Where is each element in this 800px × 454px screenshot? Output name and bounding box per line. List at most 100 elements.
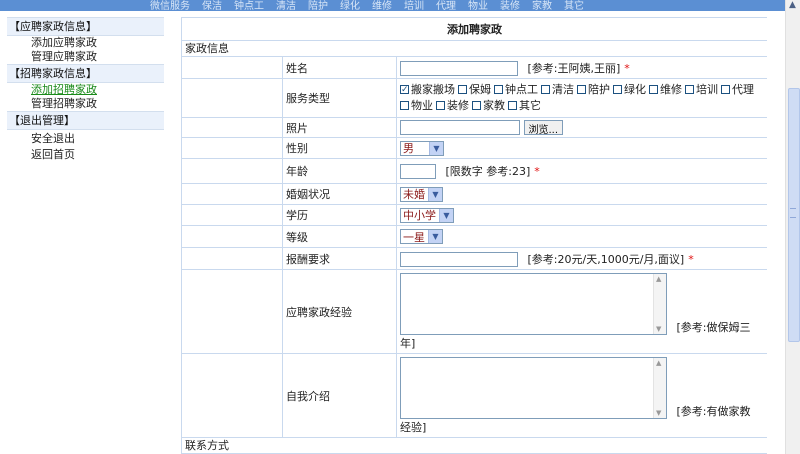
- intro-textarea[interactable]: ▲ ▼: [400, 356, 667, 419]
- topnav-link[interactable]: 其它: [564, 0, 584, 12]
- spacer-cell: [181, 353, 283, 438]
- checkbox[interactable]: [494, 85, 503, 94]
- spacer-cell: [181, 117, 283, 138]
- checkbox[interactable]: [649, 85, 658, 94]
- service-option[interactable]: 物业: [400, 98, 433, 113]
- sidebar-item-home[interactable]: 返回首页: [7, 148, 164, 162]
- service-option[interactable]: 家教: [472, 98, 505, 113]
- education-select[interactable]: 中小学 ▼: [400, 207, 454, 223]
- experience-cell: ▲ ▼ [参考:做保姆三 年]: [395, 269, 767, 354]
- service-option[interactable]: 钟点工: [494, 82, 538, 97]
- marital-label: 婚姻状况: [282, 183, 397, 205]
- level-select[interactable]: 一星 ▼: [400, 229, 443, 244]
- textarea-scrollbar[interactable]: ▲ ▼: [653, 273, 666, 334]
- service-option[interactable]: 陪护: [577, 82, 610, 97]
- sidebar-item-logout[interactable]: 安全退出: [7, 132, 164, 146]
- service-option-label: 陪护: [588, 83, 610, 96]
- gender-select[interactable]: 男 ▼: [400, 140, 444, 156]
- topnav-link[interactable]: 家教: [532, 0, 552, 12]
- marital-select[interactable]: 未婚 ▼: [400, 186, 443, 202]
- service-type-label: 服务类型: [282, 78, 397, 118]
- intro-hint: [参考:有做家教: [676, 404, 751, 418]
- level-cell: 一星 ▼: [395, 225, 767, 248]
- sidebar-item-manage-applicant[interactable]: 管理应聘家政: [7, 50, 164, 64]
- checkbox[interactable]: [400, 101, 409, 110]
- spacer-cell: [181, 225, 283, 248]
- service-option[interactable]: 搬家搬场: [400, 82, 455, 98]
- scrollbar-grip-icon: [790, 208, 796, 218]
- gender-cell: 男 ▼: [395, 137, 767, 159]
- checkbox[interactable]: [458, 85, 467, 94]
- service-option[interactable]: 装修: [436, 98, 469, 113]
- age-label: 年龄: [282, 158, 397, 184]
- scroll-up-icon[interactable]: ▲: [789, 0, 796, 10]
- service-option[interactable]: 绿化: [613, 82, 646, 97]
- checkbox[interactable]: [472, 101, 481, 110]
- checkbox[interactable]: [613, 85, 622, 94]
- browse-button[interactable]: 浏览...: [523, 120, 564, 136]
- topnav-link[interactable]: 培训: [404, 0, 424, 12]
- service-option-label: 保姆: [469, 83, 491, 96]
- intro-cell: ▲ ▼ [参考:有做家教 经验]: [395, 353, 767, 438]
- name-input[interactable]: [400, 60, 518, 76]
- topnav-link[interactable]: 代理: [436, 0, 456, 12]
- service-type-options: 搬家搬场 保姆 钟点工 清洁 陪护 绿化 维修 培训 代理物业 装修 家教 其它: [400, 82, 764, 114]
- spacer-cell: [181, 247, 283, 270]
- age-required-mark: *: [534, 165, 540, 178]
- age-input[interactable]: [400, 164, 436, 179]
- service-option[interactable]: 维修: [649, 82, 682, 97]
- salary-required-mark: *: [688, 252, 694, 266]
- topnav-link[interactable]: 绿化: [340, 0, 360, 12]
- topnav-link[interactable]: 装修: [500, 0, 520, 12]
- service-option-label: 培训: [696, 83, 718, 96]
- sidebar-item-add-recruit[interactable]: 添加招聘家政: [7, 83, 164, 97]
- experience-hint: [参考:做保姆三: [676, 320, 751, 334]
- name-hint: [参考:王阿姨,王丽]: [527, 61, 621, 75]
- chevron-down-icon: ▼: [428, 187, 442, 201]
- topnav-link[interactable]: 保洁: [202, 0, 222, 12]
- checkbox[interactable]: [577, 85, 586, 94]
- page-scrollbar[interactable]: ▲: [785, 0, 800, 454]
- service-option-label: 物业: [411, 99, 433, 112]
- education-label: 学历: [282, 204, 397, 226]
- topnav-link[interactable]: 清洁: [276, 0, 296, 12]
- service-option[interactable]: 代理: [721, 82, 754, 97]
- chevron-down-icon: ▼: [439, 208, 453, 222]
- spacer-cell: [181, 56, 283, 79]
- salary-hint: [参考:20元/天,1000元/月,面议]: [527, 252, 685, 266]
- checkbox[interactable]: [508, 101, 517, 110]
- checkbox[interactable]: [685, 85, 694, 94]
- checkbox[interactable]: [400, 83, 409, 98]
- sidebar: 【应聘家政信息】 添加应聘家政 管理应聘家政 【招聘家政信息】 添加招聘家政 管…: [7, 17, 164, 454]
- experience-textarea[interactable]: ▲ ▼: [400, 272, 667, 335]
- service-option-label: 其它: [519, 99, 541, 112]
- level-value: 一星: [403, 230, 425, 244]
- topnav-link[interactable]: 物业: [468, 0, 488, 12]
- spacer-cell: [181, 269, 283, 354]
- salary-input[interactable]: [400, 251, 518, 267]
- topnav-link[interactable]: 维修: [372, 0, 392, 12]
- sidebar-item-manage-recruit[interactable]: 管理招聘家政: [7, 97, 164, 111]
- photo-path-input[interactable]: [400, 119, 520, 135]
- checkbox[interactable]: [541, 85, 550, 94]
- experience-hint-cont: 年]: [400, 336, 416, 350]
- topnav-link[interactable]: 微信服务: [150, 0, 190, 12]
- salary-cell: [参考:20元/天,1000元/月,面议] *: [395, 247, 767, 270]
- checkbox[interactable]: [436, 101, 445, 110]
- form-table: 添加聘家政 家政信息 姓名 [参考:王阿姨,王丽]* 服务类型 搬家搬场保姆钟点…: [181, 17, 767, 454]
- top-nav-links: 微信服务 保洁 钟点工 清洁 陪护 绿化 维修 培训 代理 物业 装修 家教 其它: [150, 0, 584, 12]
- service-option[interactable]: 培训: [685, 82, 718, 97]
- service-option-label: 搬家搬场: [411, 83, 455, 96]
- service-option[interactable]: 其它: [508, 98, 541, 113]
- service-option[interactable]: 保姆: [458, 82, 491, 97]
- textarea-scrollbar[interactable]: ▲ ▼: [653, 357, 666, 418]
- topnav-link[interactable]: 钟点工: [234, 0, 264, 12]
- name-label: 姓名: [282, 56, 397, 79]
- main-form-area: 添加聘家政 家政信息 姓名 [参考:王阿姨,王丽]* 服务类型 搬家搬场保姆钟点…: [181, 17, 767, 454]
- service-option[interactable]: 清洁: [541, 82, 574, 97]
- sidebar-item-add-applicant[interactable]: 添加应聘家政: [7, 36, 164, 50]
- spacer-cell: [181, 183, 283, 205]
- section-label: 家政信息: [181, 40, 767, 57]
- checkbox[interactable]: [721, 85, 730, 94]
- topnav-link[interactable]: 陪护: [308, 0, 328, 12]
